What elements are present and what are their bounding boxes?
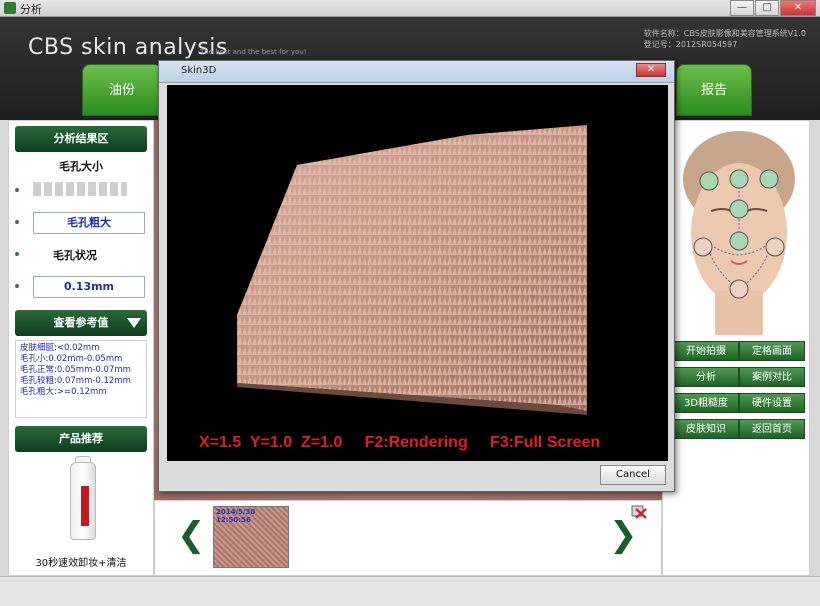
skin-surface-render <box>237 125 587 415</box>
window-title: 分析 <box>20 3 42 16</box>
coordinates-readout: X=1.5 Y=1.0 Z=1.0 F2:Rendering F3:Full S… <box>199 434 601 451</box>
hardware-settings-button[interactable]: 硬件设置 <box>739 393 805 413</box>
thumbnail-timestamp: 2014/5/30 12:50:56 <box>216 508 256 524</box>
roughness-3d-button[interactable]: 3D粗糙度 <box>673 393 739 413</box>
thumbnail-strip: ❮ 2014/5/30 12:50:56 ❯ <box>154 500 662 576</box>
bullet-icon <box>15 252 19 256</box>
registration-number: 登记号：2012SR054597 <box>643 40 738 49</box>
reference-item: 皮肤细腻:<0.02mm <box>20 343 100 353</box>
face-diagram <box>675 121 803 335</box>
view-reference-label: 查看参考值 <box>53 316 109 329</box>
render-3d-viewport[interactable]: X=1.5 Y=1.0 Z=1.0 F2:Rendering F3:Full S… <box>167 85 668 461</box>
return-home-button[interactable]: 返回首页 <box>739 419 805 439</box>
app-icon <box>4 2 16 14</box>
dialog-close-button[interactable]: ✕ <box>636 63 666 77</box>
pore-measure-row: 0.13mm <box>9 270 153 302</box>
product-caption: 30秒速效卸妆+清洁 <box>35 558 127 569</box>
bullet-icon <box>15 220 19 224</box>
pore-size-meter <box>33 182 127 196</box>
dialog-title: Skin3D <box>181 65 217 76</box>
brand-title: CBS skin analysis <box>28 35 228 60</box>
view-reference-button[interactable]: 查看参考值 <box>15 310 147 336</box>
tab-report[interactable]: 报告 <box>676 64 752 116</box>
tab-oil[interactable]: 油份 <box>82 64 162 116</box>
pore-condition-row: 毛孔状况 <box>9 238 153 270</box>
close-button[interactable]: ✕ <box>780 0 816 16</box>
window-controls: — □ ✕ <box>729 0 816 16</box>
pore-size-meter-row <box>9 174 153 206</box>
pore-condition-label: 毛孔状况 <box>53 249 97 262</box>
reference-list: 皮肤细腻:<0.02mm 毛孔小:0.02mm-0.05mm 毛孔正常:0.05… <box>15 340 147 418</box>
pore-size-result-row: 毛孔粗大 <box>9 206 153 238</box>
dialog-titlebar: Skin3D ✕ <box>159 61 674 83</box>
pore-size-title: 毛孔大小 <box>59 160 103 173</box>
bottle-label <box>81 486 89 526</box>
result-area-header: 分析结果区 <box>15 126 147 152</box>
status-bar <box>0 576 820 606</box>
thumbnail[interactable]: 2014/5/30 12:50:56 <box>213 506 289 568</box>
next-arrow-icon[interactable]: ❯ <box>609 515 638 555</box>
prev-arrow-icon[interactable]: ❮ <box>177 515 206 555</box>
skin-knowledge-button[interactable]: 皮肤知识 <box>673 419 739 439</box>
skin3d-dialog: Skin3D ✕ X=1.5 Y=1.0 Z=1.0 F2:Rendering … <box>158 60 675 492</box>
analyze-button[interactable]: 分析 <box>673 367 739 387</box>
delete-icon[interactable] <box>631 503 647 519</box>
software-info: 软件名称：CBS皮肤影像和美容管理系统V1.0 登记号：2012SR054597 <box>644 28 806 50</box>
reference-item: 毛孔小:0.02mm-0.05mm <box>20 354 123 364</box>
bullet-icon <box>15 284 19 288</box>
maximize-button[interactable]: □ <box>755 0 779 16</box>
pore-size-result: 毛孔粗大 <box>33 212 145 234</box>
case-compare-button[interactable]: 案例对比 <box>739 367 805 387</box>
pore-measure-value: 0.13mm <box>33 276 145 298</box>
product-recommendation-header: 产品推荐 <box>15 426 147 452</box>
reference-item: 毛孔较粗:0.07mm-0.12mm <box>20 376 131 386</box>
control-panel: 开始拍摄 定格画面 分析 案例对比 3D粗糙度 硬件设置 皮肤知识 返回首页 <box>662 120 810 576</box>
analysis-result-panel: 分析结果区 毛孔大小 毛孔粗大 毛孔状况 0.13mm 查看参考值 皮肤细腻:<… <box>8 120 154 576</box>
minimize-button[interactable]: — <box>730 0 754 16</box>
cancel-button[interactable]: Cancel <box>600 465 666 485</box>
window-titlebar: 分析 — □ ✕ <box>0 0 820 17</box>
product-image[interactable] <box>15 456 147 552</box>
bullet-icon <box>15 188 19 192</box>
software-name: 软件名称：CBS皮肤影像和美容管理系统V1.0 <box>643 29 806 38</box>
dropdown-triangle-icon <box>127 318 141 328</box>
reference-item: 毛孔粗大:>=0.12mm <box>20 387 107 397</box>
reference-item: 毛孔正常:0.05mm-0.07mm <box>20 365 131 375</box>
brand-slogan: The best and the best for you! <box>200 48 307 56</box>
start-capture-button[interactable]: 开始拍摄 <box>673 341 739 361</box>
freeze-frame-button[interactable]: 定格画面 <box>739 341 805 361</box>
